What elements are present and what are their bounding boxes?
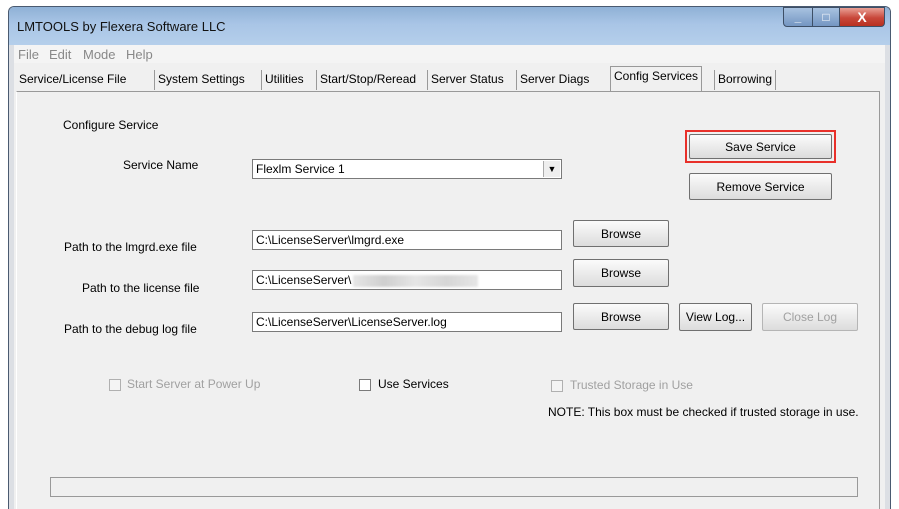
configure-service-heading: Configure Service [63, 118, 159, 132]
redacted-filename [353, 274, 479, 287]
trusted-storage-note: NOTE: This box must be checked if truste… [548, 405, 859, 419]
minimize-button[interactable]: _ [783, 7, 813, 27]
tab-strip: Service/License File System Settings Uti… [14, 65, 885, 91]
status-bar [50, 477, 858, 497]
use-services-checkbox[interactable] [359, 379, 371, 391]
tab-service-license-file[interactable]: Service/License File [16, 70, 129, 90]
close-button[interactable]: X [839, 7, 885, 27]
service-name-label: Service Name [123, 158, 199, 172]
debug-log-path-input[interactable]: C:\LicenseServer\LicenseServer.log [252, 312, 562, 332]
menu-bar: File Edit Mode Help [14, 45, 885, 63]
maximize-button[interactable]: □ [812, 7, 840, 27]
menu-help[interactable]: Help [126, 47, 153, 62]
trusted-storage-checkbox[interactable] [551, 380, 563, 392]
window-title: LMTOOLS by Flexera Software LLC [17, 19, 226, 34]
lmgrd-path-input[interactable]: C:\LicenseServer\lmgrd.exe [252, 230, 562, 250]
close-log-button[interactable]: Close Log [762, 303, 858, 331]
start-power-up-checkbox[interactable] [109, 379, 121, 391]
tab-server-diags[interactable]: Server Diags [516, 70, 592, 90]
tab-server-status[interactable]: Server Status [427, 70, 507, 90]
tab-borrowing[interactable]: Borrowing [714, 70, 777, 90]
chevron-down-icon[interactable]: ▼ [543, 161, 560, 177]
start-power-up-label: Start Server at Power Up [127, 377, 261, 391]
tab-config-services[interactable]: Config Services [610, 66, 703, 91]
license-browse-button[interactable]: Browse [573, 259, 669, 287]
license-path-label: Path to the license file [82, 281, 200, 295]
tab-start-stop-reread[interactable]: Start/Stop/Reread [316, 70, 419, 90]
debug-log-browse-button[interactable]: Browse [573, 303, 669, 330]
client-area: File Edit Mode Help Service/License File… [14, 45, 885, 509]
license-path-input[interactable]: C:\LicenseServer\ [252, 270, 562, 290]
service-name-value: Flexlm Service 1 [256, 162, 345, 176]
menu-mode[interactable]: Mode [83, 47, 116, 62]
menu-edit[interactable]: Edit [49, 47, 71, 62]
tab-utilities[interactable]: Utilities [261, 70, 307, 90]
title-bar[interactable]: LMTOOLS by Flexera Software LLC _ □ X [9, 7, 890, 45]
save-service-button[interactable]: Save Service [689, 134, 832, 159]
lmtools-window: LMTOOLS by Flexera Software LLC _ □ X Fi… [8, 6, 891, 509]
debug-log-path-label: Path to the debug log file [64, 322, 197, 336]
use-services-label: Use Services [378, 377, 449, 391]
remove-service-button[interactable]: Remove Service [689, 173, 832, 200]
view-log-button[interactable]: View Log... [679, 303, 752, 331]
menu-file[interactable]: File [18, 47, 39, 62]
lmgrd-browse-button[interactable]: Browse [573, 220, 669, 247]
trusted-storage-label: Trusted Storage in Use [570, 378, 693, 392]
lmgrd-path-label: Path to the lmgrd.exe file [64, 240, 197, 254]
tab-system-settings[interactable]: System Settings [154, 70, 248, 90]
license-path-value: C:\LicenseServer\ [256, 273, 352, 287]
service-name-dropdown[interactable]: Flexlm Service 1 ▼ [252, 159, 562, 179]
